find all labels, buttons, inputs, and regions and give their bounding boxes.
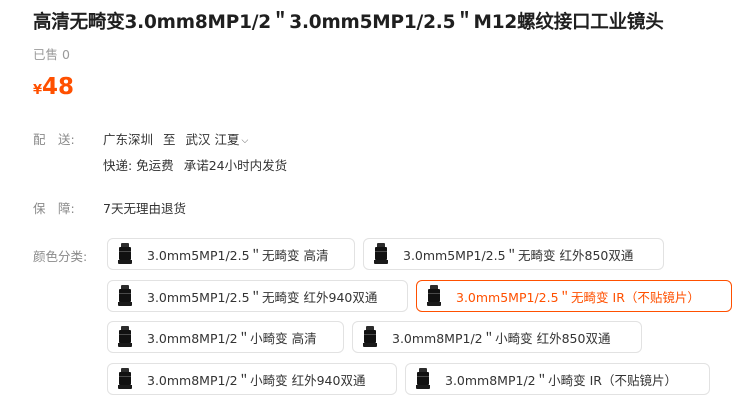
ship-to-word: 至 [163,132,176,147]
express-fee: 快递: 免运费 [103,158,174,173]
guarantee-value: 7天无理由退货 [103,201,186,216]
lens-thumbnail [118,368,132,390]
currency-symbol: ¥ [33,83,43,98]
ship-destination[interactable]: 武汉 江夏 ⌵ [186,132,249,147]
shipping-label: 配 送: [33,132,75,147]
color-option-label: 3.0mm5MP1/2.5＂无畸变 IR（不贴镜片） [456,289,700,305]
color-option-label: 3.0mm8MP1/2＂小畸变 红外850双通 [392,330,611,346]
shipping-info: 快递: 免运费 承诺24小时内发货 [103,155,287,174]
color-option[interactable]: 3.0mm5MP1/2.5＂无畸变 IR（不贴镜片） [416,280,732,312]
price-amount: 48 [42,74,75,100]
color-option[interactable]: 3.0mm8MP1/2＂小畸变 高清 [107,321,344,353]
lens-thumbnail [118,285,132,307]
dest-city: 武汉 [185,132,211,147]
product-title: 高清无畸变3.0mm8MP1/2＂3.0mm5MP1/2.5＂M12螺纹接口工业… [33,12,664,33]
lens-thumbnail [363,326,377,348]
color-option-label: 3.0mm5MP1/2.5＂无畸变 红外850双通 [403,247,634,263]
lens-thumbnail [374,243,388,265]
color-option-label: 3.0mm8MP1/2＂小畸变 IR（不贴镜片） [445,372,677,388]
color-option[interactable]: 3.0mm8MP1/2＂小畸变 IR（不贴镜片） [405,363,710,395]
ship-from: 广东深圳 [103,132,154,147]
shipping-route: 广东深圳至武汉 江夏 ⌵ [103,129,248,148]
color-option[interactable]: 3.0mm8MP1/2＂小畸变 红外940双通 [107,363,397,395]
color-option[interactable]: 3.0mm5MP1/2.5＂无畸变 红外940双通 [107,280,408,312]
color-option-label: 3.0mm5MP1/2.5＂无畸变 高清 [147,247,329,263]
color-option-label: 3.0mm8MP1/2＂小畸变 红外940双通 [147,372,366,388]
lens-thumbnail [416,368,430,390]
dest-district: 江夏 [214,132,240,147]
guarantee-label: 保 障: [33,201,75,216]
delivery-promise: 承诺24小时内发货 [183,158,288,173]
lens-thumbnail [118,326,132,348]
color-option-label: 3.0mm5MP1/2.5＂无畸变 红外940双通 [147,289,378,305]
color-option[interactable]: 3.0mm8MP1/2＂小畸变 红外850双通 [352,321,642,353]
chevron-down-icon: ⌵ [241,136,249,146]
color-option-label: 3.0mm8MP1/2＂小畸变 高清 [147,330,317,346]
color-option[interactable]: 3.0mm5MP1/2.5＂无畸变 红外850双通 [363,238,664,270]
lens-thumbnail [427,285,441,307]
color-category-label: 颜色分类: [33,249,88,264]
sold-count: 已售 0 [33,47,70,62]
price: ¥48 [33,74,74,100]
lens-thumbnail [118,243,132,265]
color-option[interactable]: 3.0mm5MP1/2.5＂无畸变 高清 [107,238,355,270]
